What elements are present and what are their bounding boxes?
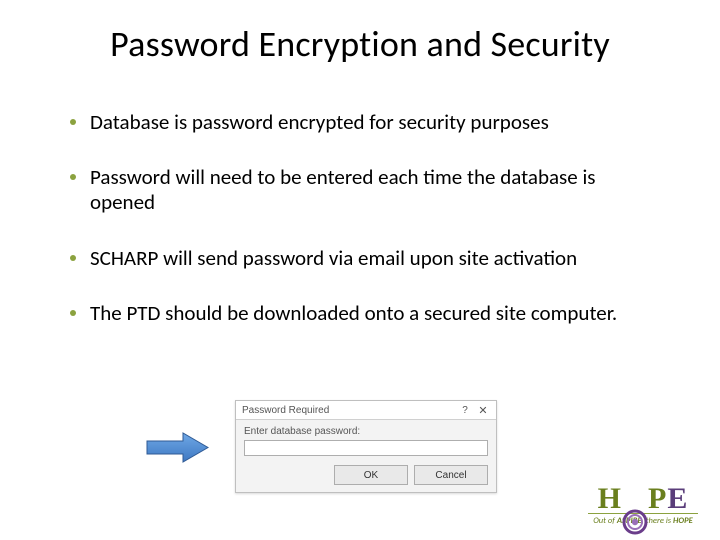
dialog-titlebar: Password Required ? ✕: [236, 401, 496, 420]
cancel-button[interactable]: Cancel: [414, 465, 488, 485]
bullet-text: Database is password encrypted for secur…: [90, 110, 660, 135]
password-label: Enter database password:: [244, 426, 488, 437]
tagline-em: HOPE: [673, 516, 693, 526]
tagline-part: Out of: [593, 516, 617, 526]
close-icon[interactable]: ✕: [474, 403, 492, 417]
bullet-dot-icon: [70, 255, 76, 261]
help-icon[interactable]: ?: [456, 403, 474, 417]
bullet-dot-icon: [70, 310, 76, 316]
bullet-dot-icon: [70, 119, 76, 125]
logo-wordmark: H PE: [588, 485, 698, 512]
bullet-list: Database is password encrypted for secur…: [70, 110, 660, 356]
arrow-right-icon: [145, 430, 210, 465]
logo-letter-e: E: [667, 482, 688, 515]
bullet-text: SCHARP will send password via email upon…: [90, 246, 660, 271]
bullet-item: Password will need to be entered each ti…: [70, 165, 660, 215]
bullet-dot-icon: [70, 174, 76, 180]
bullet-item: Database is password encrypted for secur…: [70, 110, 660, 135]
logo-letter-h: H: [598, 482, 622, 515]
bullet-item: The PTD should be downloaded onto a secu…: [70, 301, 660, 326]
bullet-text: Password will need to be entered each ti…: [90, 165, 660, 215]
dialog-button-row: OK Cancel: [236, 460, 496, 492]
slide-title: Password Encryption and Security: [50, 22, 670, 66]
password-dialog: Password Required ? ✕ Enter database pas…: [235, 400, 497, 493]
password-input[interactable]: [244, 440, 488, 456]
ok-button[interactable]: OK: [334, 465, 408, 485]
dialog-title: Password Required: [242, 405, 456, 416]
logo-letter-p: P: [648, 482, 667, 515]
bullet-item: SCHARP will send password via email upon…: [70, 246, 660, 271]
dialog-body: Enter database password:: [236, 420, 496, 460]
hope-logo: H PE Out of ASPIRE, there is HOPE: [588, 485, 698, 526]
bullet-text: The PTD should be downloaded onto a secu…: [90, 301, 660, 326]
slide: Password Encryption and Security Databas…: [0, 0, 720, 540]
